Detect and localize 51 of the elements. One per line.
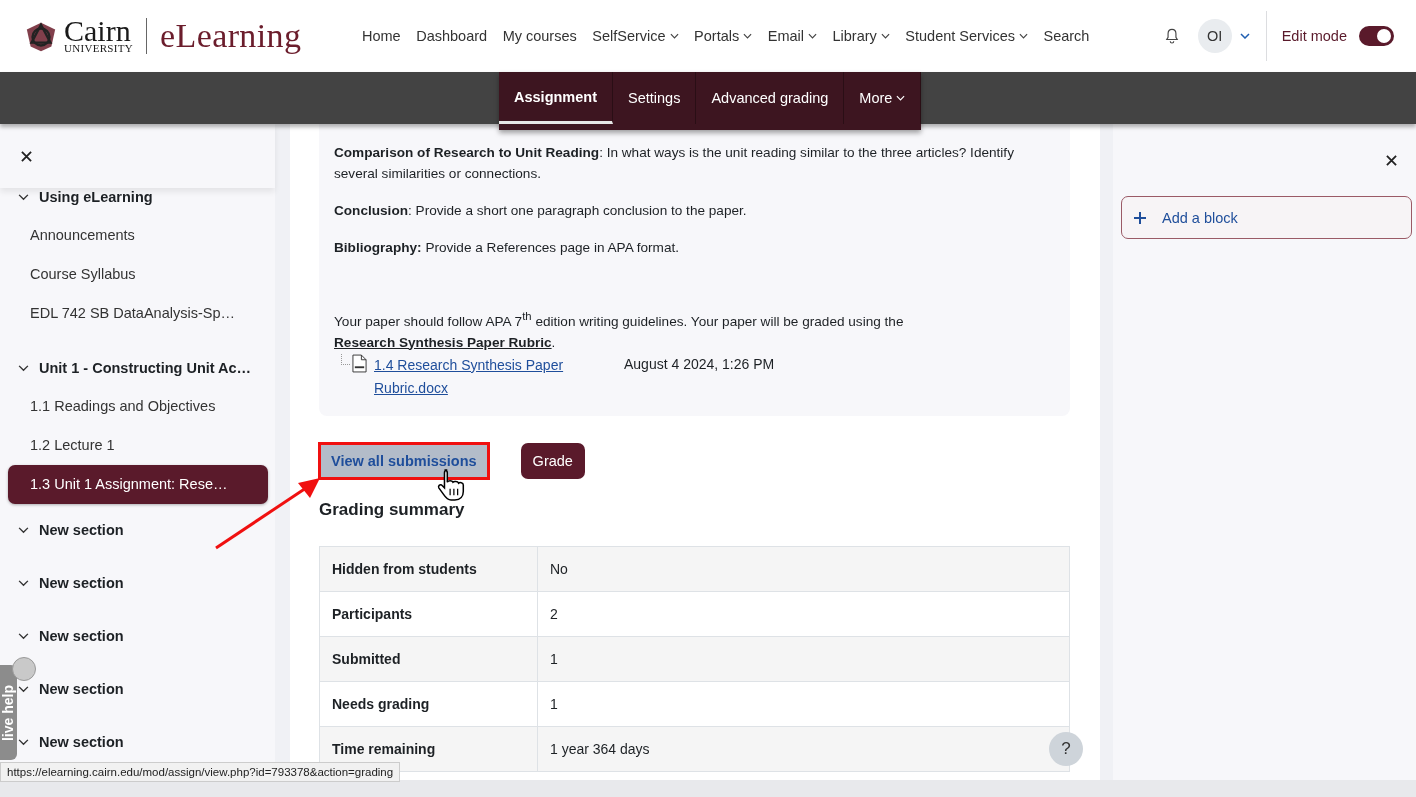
help-button[interactable]: ? xyxy=(1049,732,1083,766)
tab[interactable]: Settings xyxy=(613,72,697,124)
section-title[interactable]: Unit 1 - Constructing Unit Ac… xyxy=(39,360,252,376)
sidebar-item[interactable]: 1.2 Lecture 1 xyxy=(8,426,268,465)
section-title[interactable]: Using eLearning xyxy=(39,189,153,205)
section-title[interactable]: New section xyxy=(39,734,124,750)
nav-link[interactable]: Library xyxy=(832,28,890,44)
section-title[interactable]: New section xyxy=(39,628,124,644)
table-cell: Participants xyxy=(319,591,538,637)
table-cell: 1 xyxy=(537,681,1070,727)
nav-link[interactable]: Student Services xyxy=(905,28,1028,44)
table-cell: Submitted xyxy=(319,636,538,682)
product-name: eLearning xyxy=(160,17,302,55)
file-date: August 4 2024, 1:26 PM xyxy=(624,354,776,374)
sidebar-item[interactable]: Course Syllabus xyxy=(8,255,268,294)
nav-link[interactable]: Search xyxy=(1043,28,1090,44)
nav-link[interactable]: Portals xyxy=(694,28,753,44)
sidebar-item[interactable]: 1.3 Unit 1 Assignment: Rese… xyxy=(8,465,268,504)
tab[interactable]: Advanced grading xyxy=(696,72,845,124)
table-cell: 2 xyxy=(537,591,1070,637)
table-cell: No xyxy=(537,546,1070,592)
sidebar-item[interactable]: Announcements xyxy=(8,216,268,255)
user-avatar[interactable]: OI xyxy=(1197,19,1232,53)
logo-subtitle: UNIVERSITY xyxy=(64,42,133,54)
nav-link[interactable]: My courses xyxy=(502,28,577,44)
section-title[interactable]: New section xyxy=(39,522,124,538)
table-cell: Hidden from students xyxy=(319,546,538,592)
edit-mode-label: Edit mode xyxy=(1281,28,1347,44)
sidebar-item[interactable]: 1.1 Readings and Objectives xyxy=(8,387,268,426)
sidebar-item[interactable]: EDL 742 SB DataAnalysis-Sp… xyxy=(8,294,268,333)
section-title[interactable]: New section xyxy=(39,681,124,697)
action-button[interactable]: View all submissions xyxy=(319,442,489,479)
paragraph: Conclusion: Provide a short one paragraph conclusion to the paper. xyxy=(334,202,748,220)
paragraph: Bibliography: Provide a References page in APA format. xyxy=(334,239,681,257)
tab[interactable]: More xyxy=(844,72,922,124)
nav-link[interactable]: Dashboard xyxy=(416,28,488,44)
file-link[interactable]: 1.4 Research Synthesis Paper Rubric.docx xyxy=(347,353,624,400)
nav-link[interactable]: Email xyxy=(767,28,817,44)
paragraph: Your paper should follow APA 7$^{th}$ edition writing guidelines. Your paper will be graded using the Research Synthesis Paper Rubric. xyxy=(334,309,905,352)
section-title[interactable]: New section xyxy=(39,575,124,591)
rubric-link[interactable]: Research Synthesis Paper Rubric xyxy=(334,334,552,350)
add-block-button[interactable]: Add a block xyxy=(1121,196,1412,239)
paragraph: Comparison of Research to Unit Reading: In what ways is the unit reading similar to the three articles? Identify several similarities or connections. xyxy=(334,144,1015,183)
nav-link[interactable]: SelfService xyxy=(592,28,679,44)
action-button[interactable]: Grade xyxy=(520,442,585,479)
nav-link[interactable]: Home xyxy=(362,28,401,44)
tab[interactable]: Assignment xyxy=(499,72,613,124)
table-cell: Needs grading xyxy=(319,681,538,727)
table-cell: 1 xyxy=(537,636,1070,682)
section-heading: Grading summary xyxy=(319,499,466,520)
logo-wordmark: Cairn xyxy=(64,18,131,43)
